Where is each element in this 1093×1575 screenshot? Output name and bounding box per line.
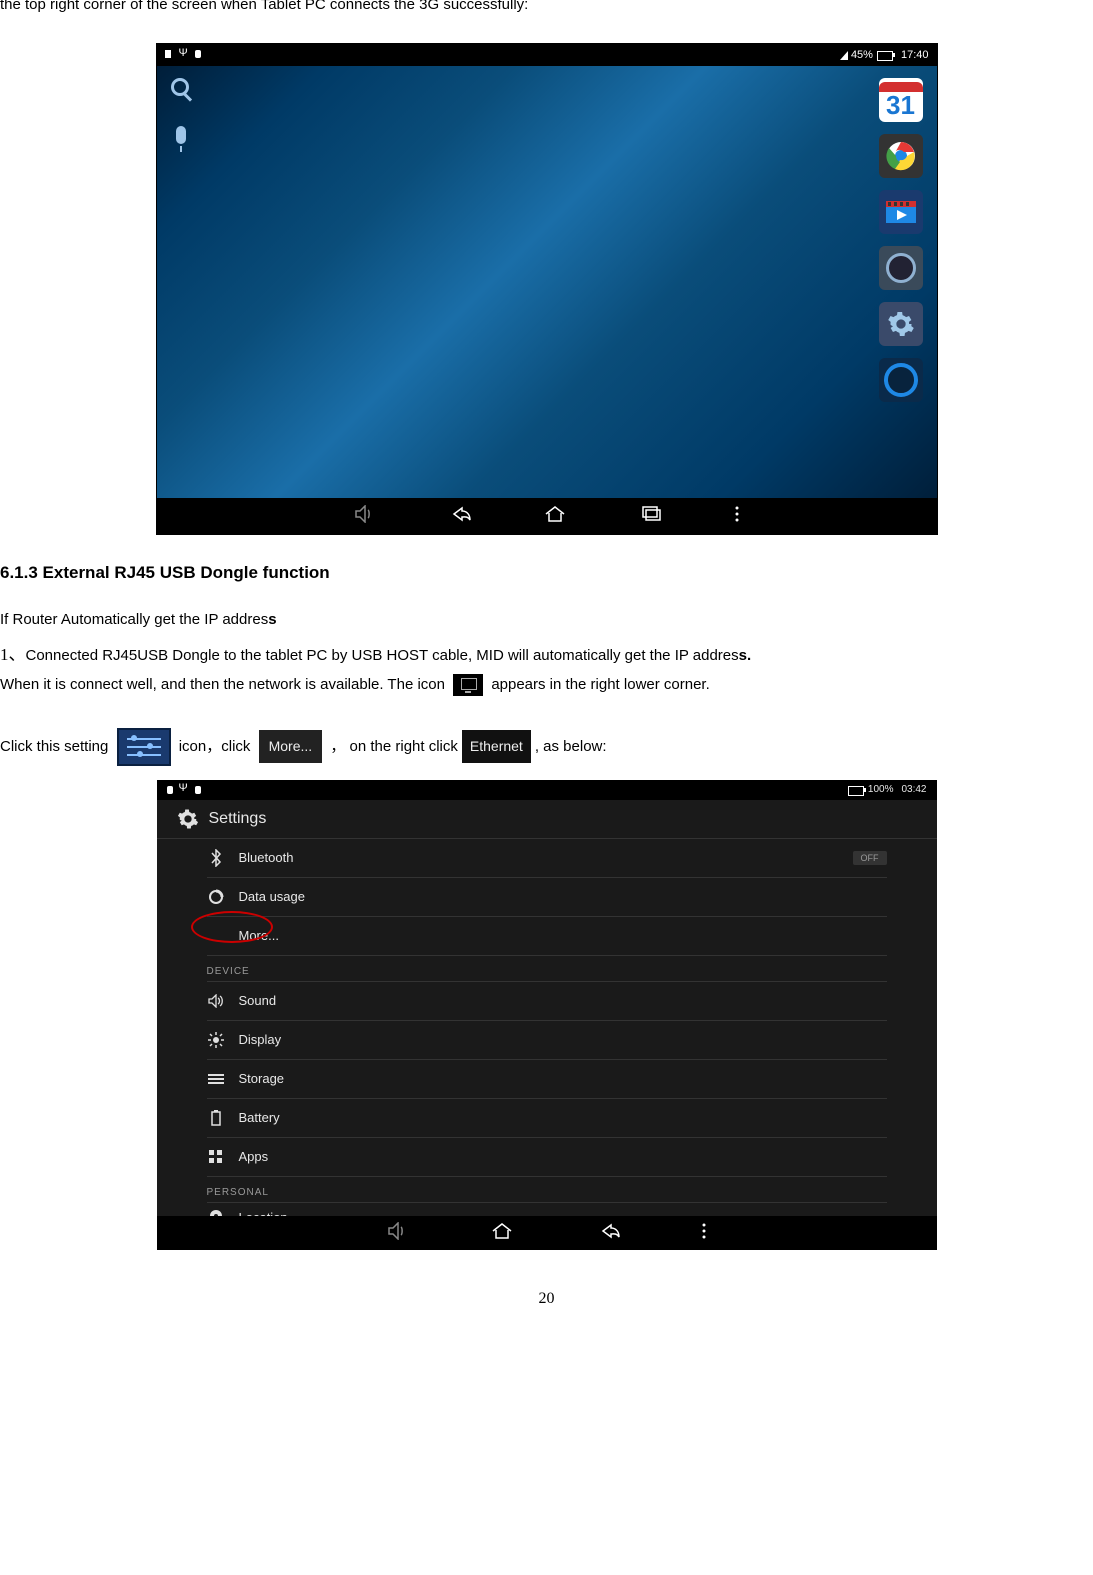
display-row[interactable]: Display <box>207 1021 887 1060</box>
sub-heading: If Router Automatically get the IP addre… <box>0 611 1093 628</box>
settings-title: Settings <box>209 810 267 828</box>
storage-row[interactable]: Storage <box>207 1060 887 1099</box>
back-icon[interactable] <box>595 1221 621 1244</box>
search-icon[interactable] <box>171 78 201 108</box>
settings-app-icon[interactable] <box>879 302 923 346</box>
step-1: 1、Connected RJ45USB Dongle to the tablet… <box>0 640 1093 698</box>
intro-line: the top right corner of the screen when … <box>0 0 1093 13</box>
usb-icon <box>179 50 189 60</box>
recent-icon[interactable] <box>638 504 664 528</box>
ethernet-button-inline: Ethernet <box>462 730 531 763</box>
more-row[interactable]: More... <box>207 917 887 956</box>
nav-bar <box>157 1216 937 1250</box>
display-icon <box>207 1031 225 1049</box>
mic-icon[interactable] <box>171 126 191 154</box>
home-icon[interactable] <box>542 504 568 528</box>
camera-app-icon[interactable] <box>879 246 923 290</box>
sound-row[interactable]: Sound <box>207 982 887 1021</box>
sound-icon <box>207 992 225 1010</box>
bluetooth-toggle[interactable]: OFF <box>853 851 887 865</box>
nav-bar <box>157 498 937 534</box>
status-bar: 45% 17:40 <box>157 44 937 66</box>
signal-icon <box>840 51 848 60</box>
bluetooth-row[interactable]: Bluetooth OFF <box>207 839 887 878</box>
personal-category: PERSONAL <box>207 1177 887 1203</box>
status-icon <box>195 786 201 794</box>
data-usage-icon <box>207 888 225 906</box>
menu-icon[interactable] <box>701 1222 707 1243</box>
tablet-home-screenshot: 45% 17:40 31 <box>156 43 938 535</box>
status-icon <box>167 786 173 794</box>
usb-icon <box>179 785 189 795</box>
settings-header: Settings <box>157 800 937 839</box>
battery-row[interactable]: Battery <box>207 1099 887 1138</box>
back-icon[interactable] <box>446 504 472 528</box>
status-icon <box>195 50 201 58</box>
apps-row[interactable]: Apps <box>207 1138 887 1177</box>
bluetooth-icon <box>207 849 225 867</box>
settings-screenshot: 100% 03:42 Settings Bluetooth OFF Data u… <box>157 780 937 1250</box>
battery-percent: 45% <box>851 49 873 61</box>
ethernet-status-icon <box>453 674 483 696</box>
chrome-app-icon[interactable] <box>879 134 923 178</box>
data-usage-row[interactable]: Data usage <box>207 878 887 917</box>
more-button-inline: More... <box>259 730 323 763</box>
audio-app-icon[interactable] <box>879 358 923 402</box>
settings-icon <box>117 728 171 766</box>
page-number: 20 <box>0 1290 1093 1308</box>
battery-percent: 100% <box>868 784 894 795</box>
status-bar: 100% 03:42 <box>157 780 937 800</box>
storage-icon <box>207 1070 225 1088</box>
home-icon[interactable] <box>489 1221 515 1244</box>
menu-icon[interactable] <box>734 505 740 527</box>
battery-icon <box>207 1109 225 1127</box>
calendar-app-icon[interactable]: 31 <box>879 78 923 122</box>
volume-icon[interactable] <box>387 1222 409 1243</box>
device-category: DEVICE <box>207 956 887 982</box>
clock: 17:40 <box>901 49 929 61</box>
battery-icon <box>877 51 893 61</box>
section-heading: 6.1.3 External RJ45 USB Dongle function <box>0 563 1093 583</box>
status-icon <box>165 50 171 58</box>
step-2: Click this setting icon，click More... ， … <box>0 728 1093 766</box>
volume-icon[interactable] <box>354 505 376 527</box>
apps-icon <box>207 1148 225 1166</box>
clock: 03:42 <box>901 784 926 795</box>
gear-icon <box>177 808 199 830</box>
battery-icon <box>848 786 864 796</box>
video-app-icon[interactable] <box>879 190 923 234</box>
